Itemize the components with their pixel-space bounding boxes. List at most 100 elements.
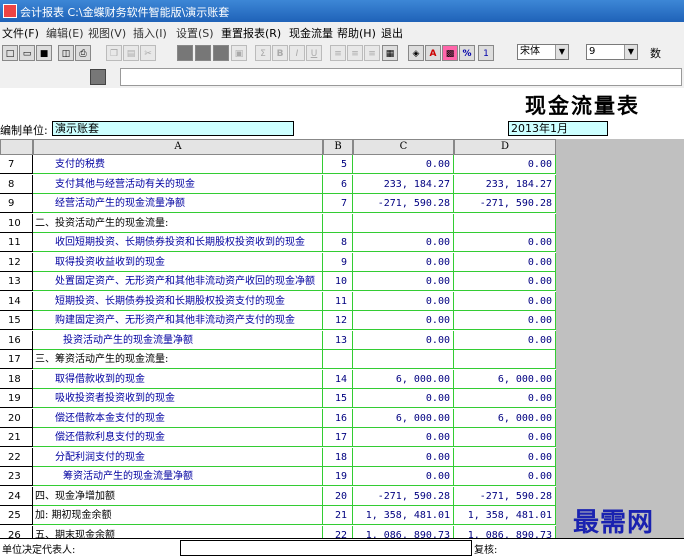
cell-reference-box[interactable] xyxy=(90,69,106,85)
item-name-cell[interactable]: 收回短期投资、长期债券投资和长期股权投资收到的现金 xyxy=(33,233,323,252)
cumulative-amount-cell[interactable]: 6, 000.00 xyxy=(454,369,556,389)
underline-icon[interactable]: U xyxy=(306,45,322,61)
merge-cells-icon[interactable] xyxy=(195,45,211,61)
row-number[interactable]: 23 xyxy=(0,467,33,486)
line-number-cell[interactable]: 18 xyxy=(323,447,353,467)
cumulative-amount-cell[interactable] xyxy=(454,213,556,233)
cumulative-amount-cell[interactable]: 0.00 xyxy=(454,272,556,291)
menu-item[interactable]: 帮助(H) xyxy=(337,25,376,41)
current-amount-cell[interactable]: 0.00 xyxy=(353,467,454,486)
row-number[interactable]: 18 xyxy=(0,369,33,389)
current-amount-cell[interactable]: 0.00 xyxy=(353,252,454,272)
item-name-cell[interactable]: 二、投资活动产生的现金流量: xyxy=(33,213,323,233)
chevron-down-icon[interactable]: ▼ xyxy=(624,45,637,59)
cumulative-amount-cell[interactable]: 233, 184.27 xyxy=(454,174,556,194)
cumulative-amount-cell[interactable]: 0.00 xyxy=(454,233,556,252)
menu-item[interactable]: 现金流量 xyxy=(289,25,333,41)
formula-input[interactable] xyxy=(120,68,682,86)
item-name-cell[interactable]: 处置固定资产、无形资产和其他非流动资产收回的现金净额 xyxy=(33,272,323,291)
item-name-cell[interactable]: 购建固定资产、无形资产和其他非流动资产支付的现金 xyxy=(33,311,323,330)
cumulative-amount-cell[interactable]: -271, 590.28 xyxy=(454,486,556,506)
cumulative-amount-cell[interactable]: 1, 358, 481.01 xyxy=(454,506,556,525)
current-amount-cell[interactable] xyxy=(353,213,454,233)
cumulative-amount-cell[interactable]: 0.00 xyxy=(454,389,556,408)
row-number[interactable]: 7 xyxy=(0,155,33,174)
line-number-cell[interactable]: 17 xyxy=(323,428,353,447)
line-number-cell[interactable]: 5 xyxy=(323,155,353,174)
current-amount-cell[interactable]: 0.00 xyxy=(353,447,454,467)
row-number[interactable]: 13 xyxy=(0,272,33,291)
row-number[interactable]: 17 xyxy=(0,350,33,369)
print-icon[interactable]: ⎙ xyxy=(75,45,91,61)
item-name-cell[interactable]: 投资活动产生的现金流量净额 xyxy=(33,330,323,350)
current-amount-cell[interactable]: 1, 358, 481.01 xyxy=(353,506,454,525)
item-name-cell[interactable]: 分配利润支付的现金 xyxy=(33,447,323,467)
column-header-a[interactable]: A xyxy=(33,139,323,155)
bold-box-icon[interactable] xyxy=(177,45,193,61)
cumulative-amount-cell[interactable]: 0.00 xyxy=(454,467,556,486)
current-amount-cell[interactable]: 0.00 xyxy=(353,428,454,447)
line-number-cell[interactable]: 12 xyxy=(323,311,353,330)
line-number-cell[interactable]: 11 xyxy=(323,291,353,311)
open-folder-icon[interactable]: ▭ xyxy=(19,45,35,61)
italic-icon[interactable]: I xyxy=(289,45,305,61)
row-number[interactable]: 22 xyxy=(0,447,33,467)
item-name-cell[interactable]: 取得投资收益收到的现金 xyxy=(33,252,323,272)
column-header-d[interactable]: D xyxy=(454,139,556,155)
chevron-down-icon[interactable]: ▼ xyxy=(555,45,568,59)
row-number[interactable]: 16 xyxy=(0,330,33,350)
line-number-cell[interactable]: 6 xyxy=(323,174,353,194)
line-number-cell[interactable]: 20 xyxy=(323,486,353,506)
column-header-b[interactable]: B xyxy=(323,139,353,155)
line-number-cell[interactable]: 21 xyxy=(323,506,353,525)
current-amount-cell[interactable]: 0.00 xyxy=(353,272,454,291)
cumulative-amount-cell[interactable]: 0.00 xyxy=(454,291,556,311)
align-right-icon[interactable]: ≡ xyxy=(364,45,380,61)
cut-icon[interactable]: ✂ xyxy=(140,45,156,61)
current-amount-cell[interactable]: 0.00 xyxy=(353,389,454,408)
current-amount-cell[interactable]: 6, 000.00 xyxy=(353,408,454,428)
cumulative-amount-cell[interactable]: 0.00 xyxy=(454,428,556,447)
font-name-select[interactable]: 宋体 ▼ xyxy=(517,44,569,60)
row-number[interactable]: 19 xyxy=(0,389,33,408)
line-number-cell[interactable]: 9 xyxy=(323,252,353,272)
current-amount-cell[interactable]: -271, 590.28 xyxy=(353,486,454,506)
menu-item[interactable]: 重置报表(R) xyxy=(221,25,281,41)
cumulative-amount-cell[interactable]: -271, 590.28 xyxy=(454,194,556,213)
current-amount-cell[interactable]: 0.00 xyxy=(353,311,454,330)
row-number[interactable]: 11 xyxy=(0,233,33,252)
font-size-select[interactable]: 9 ▼ xyxy=(586,44,638,60)
line-number-cell[interactable]: 19 xyxy=(323,467,353,486)
column-header-c[interactable]: C xyxy=(353,139,454,155)
row-number[interactable]: 12 xyxy=(0,252,33,272)
cumulative-amount-cell[interactable]: 0.00 xyxy=(454,447,556,467)
new-file-icon[interactable]: □ xyxy=(2,45,18,61)
cumulative-amount-cell[interactable]: 0.00 xyxy=(454,155,556,174)
format-icon[interactable]: ▣ xyxy=(231,45,247,61)
font-color-icon[interactable]: A xyxy=(425,45,441,61)
percent-icon[interactable]: % xyxy=(459,45,475,61)
footer-signature-cell[interactable] xyxy=(180,540,472,556)
item-name-cell[interactable]: 偿还借款利息支付的现金 xyxy=(33,428,323,447)
current-amount-cell[interactable] xyxy=(353,350,454,369)
current-amount-cell[interactable]: -271, 590.28 xyxy=(353,194,454,213)
item-name-cell[interactable]: 吸收投资者投资收到的现金 xyxy=(33,389,323,408)
paint-bucket-icon[interactable]: ◈ xyxy=(408,45,424,61)
menu-item[interactable]: 编辑(E) xyxy=(46,25,84,41)
align-left-icon[interactable]: ≡ xyxy=(330,45,346,61)
menu-item[interactable]: 退出 xyxy=(381,25,403,41)
current-amount-cell[interactable]: 0.00 xyxy=(353,233,454,252)
row-number[interactable]: 14 xyxy=(0,291,33,311)
sum-icon[interactable]: Σ xyxy=(255,45,271,61)
cumulative-amount-cell[interactable]: 0.00 xyxy=(454,252,556,272)
item-name-cell[interactable]: 短期投资、长期债券投资和长期股权投资支付的现金 xyxy=(33,291,323,311)
item-name-cell[interactable]: 三、筹资活动产生的现金流量: xyxy=(33,350,323,369)
row-number[interactable]: 15 xyxy=(0,311,33,330)
grid-format-icon[interactable]: ▦ xyxy=(382,45,398,61)
cumulative-amount-cell[interactable]: 6, 000.00 xyxy=(454,408,556,428)
item-name-cell[interactable]: 支付的税费 xyxy=(33,155,323,174)
row-number[interactable]: 21 xyxy=(0,428,33,447)
item-name-cell[interactable]: 支付其他与经营活动有关的现金 xyxy=(33,174,323,194)
line-number-cell[interactable]: 7 xyxy=(323,194,353,213)
row-number[interactable]: 25 xyxy=(0,506,33,525)
